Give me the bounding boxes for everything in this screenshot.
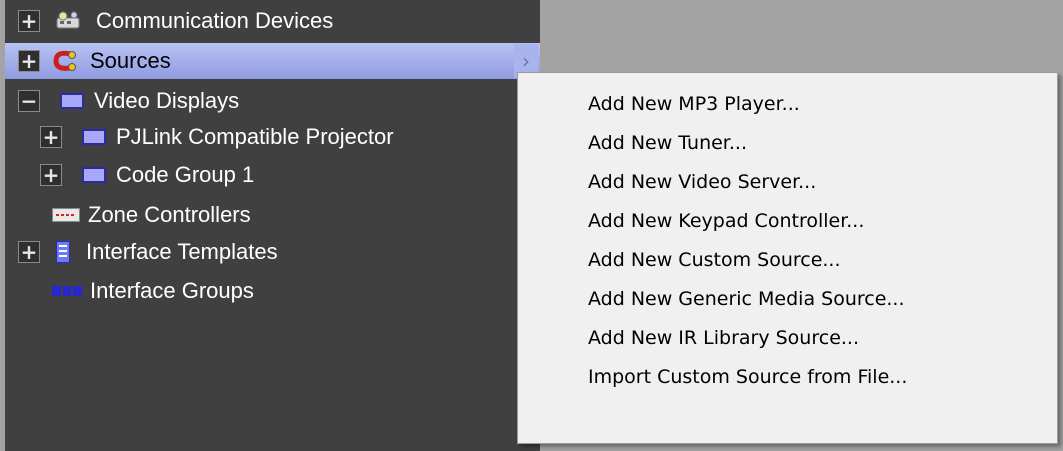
template-icon — [56, 241, 70, 263]
menu-item-add-ir-library-source[interactable]: Add New IR Library Source... — [588, 323, 859, 353]
tree-item-label: Code Group 1 — [116, 162, 255, 187]
tree-item-label: Zone Controllers — [88, 202, 251, 227]
tree-item-label: PJLink Compatible Projector — [116, 124, 394, 149]
context-menu: Add New MP3 Player... Add New Tuner... A… — [517, 72, 1058, 444]
display-icon — [82, 129, 106, 145]
menu-item-add-generic-media-source[interactable]: Add New Generic Media Source... — [588, 284, 905, 314]
menu-item-add-mp3-player[interactable]: Add New MP3 Player... — [588, 89, 800, 119]
menu-item-add-custom-source[interactable]: Add New Custom Source... — [588, 245, 841, 275]
menu-item-add-tuner[interactable]: Add New Tuner... — [588, 128, 747, 158]
display-icon — [60, 93, 84, 109]
expand-icon[interactable]: + — [18, 241, 40, 263]
tree-item-video-displays[interactable]: − Video Displays — [18, 83, 239, 119]
expand-icon[interactable]: + — [40, 164, 62, 186]
expand-icon[interactable]: + — [18, 10, 40, 32]
zone-controller-icon — [52, 208, 80, 222]
display-icon — [82, 167, 106, 183]
tree-item-label: Video Displays — [94, 88, 240, 113]
tree-item-zone-controllers[interactable]: Zone Controllers — [52, 197, 251, 233]
tree-item-label: Interface Templates — [86, 239, 278, 264]
tree-item-sources[interactable]: + Sources › — [5, 43, 540, 79]
tree-item-label: Communication Devices — [96, 8, 334, 33]
collapse-icon[interactable]: − — [18, 90, 40, 112]
menu-item-import-custom-source[interactable]: Import Custom Source from File... — [588, 362, 907, 392]
expand-icon[interactable]: + — [40, 126, 62, 148]
tree-item-code-group-1[interactable]: + Code Group 1 — [40, 157, 254, 193]
sources-icon — [50, 49, 80, 73]
menu-item-add-video-server[interactable]: Add New Video Server... — [588, 167, 816, 197]
interface-groups-icon — [52, 286, 83, 296]
communication-devices-icon — [54, 10, 86, 32]
menu-item-add-keypad-controller[interactable]: Add New Keypad Controller... — [588, 206, 864, 236]
tree-item-label: Interface Groups — [90, 278, 254, 303]
tree-item-communication-devices[interactable]: + Communication Devices — [18, 3, 333, 39]
tree-item-interface-groups[interactable]: Interface Groups — [52, 273, 254, 309]
tree-item-interface-templates[interactable]: + Interface Templates — [18, 234, 278, 270]
expand-icon[interactable]: + — [18, 50, 40, 72]
tree-item-pjlink-projector[interactable]: + PJLink Compatible Projector — [40, 119, 394, 155]
tree-item-label: Sources — [90, 48, 171, 73]
